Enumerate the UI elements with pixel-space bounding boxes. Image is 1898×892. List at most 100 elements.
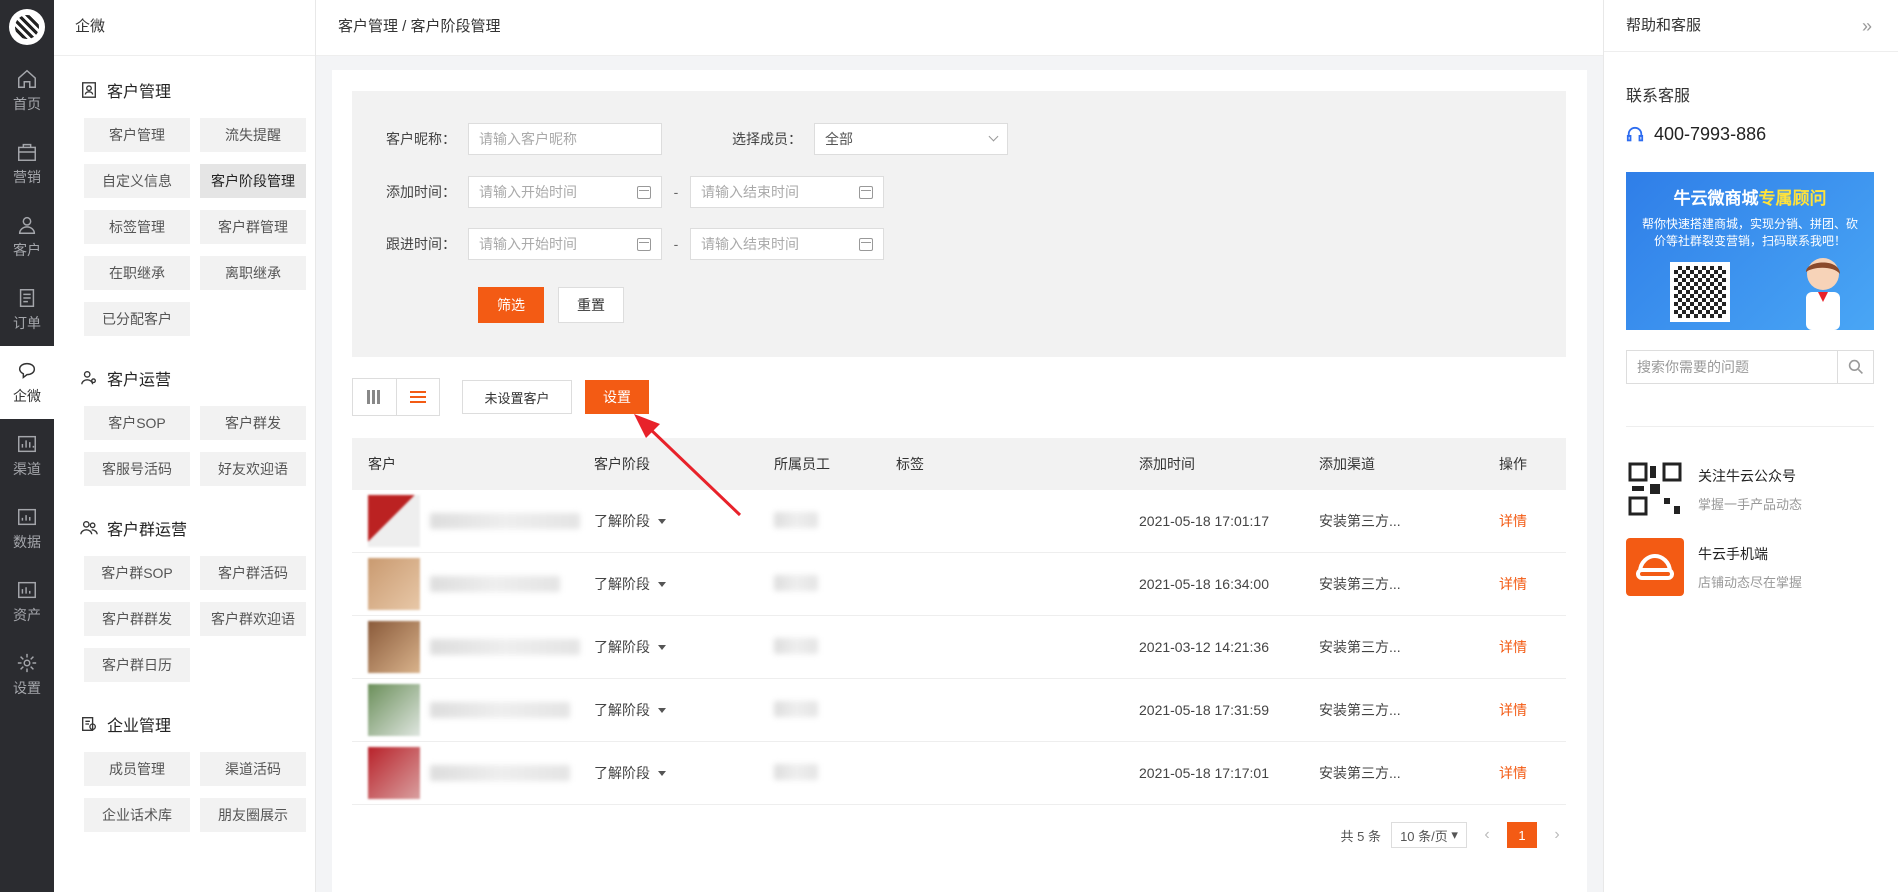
avatar	[368, 558, 420, 610]
added-channel: 安装第三方...	[1319, 765, 1401, 781]
chevron-down-icon	[988, 131, 999, 142]
stage-dropdown[interactable]: 了解阶段	[594, 511, 774, 531]
help-search-input[interactable]: 搜索你需要的问题	[1626, 350, 1874, 384]
collapse-panel-icon[interactable]: »	[1862, 0, 1872, 52]
calendar-icon	[637, 238, 651, 251]
sidebar-item-member-management[interactable]: 成员管理	[84, 752, 190, 786]
sidebar-item-assigned-customers[interactable]: 已分配客户	[84, 302, 190, 336]
rail-item-order[interactable]: 订单	[0, 273, 54, 346]
headset-icon	[1626, 126, 1644, 141]
sidebar-item-group-calendar[interactable]: 客户群日历	[84, 648, 190, 682]
list-icon	[409, 390, 426, 404]
stage-dropdown[interactable]: 了解阶段	[594, 763, 774, 783]
wecom-chat-icon	[18, 362, 36, 379]
added-channel: 安装第三方...	[1319, 639, 1401, 655]
sidebar-item-customer-sop[interactable]: 客户SOP	[84, 406, 190, 440]
list-view-button[interactable]	[395, 379, 440, 415]
rail-item-home[interactable]: 首页	[0, 54, 54, 127]
added-time: 2021-05-18 16:34:00	[1139, 576, 1269, 592]
bag-icon	[18, 143, 36, 161]
service-phone: 400-7993-886	[1626, 124, 1766, 145]
caret-down-icon	[658, 518, 666, 524]
sidebar-item-tag-management[interactable]: 标签管理	[84, 210, 190, 244]
qr-code-image	[1670, 262, 1730, 322]
advisor-banner[interactable]: 牛云微商城专属顾问 帮你快速搭建商城，实现分销、拼团、砍价等社群裂变营销，扫码联…	[1626, 172, 1874, 330]
add-time-start-input[interactable]: 请输入开始时间	[468, 176, 662, 208]
detail-link[interactable]: 详情	[1499, 763, 1566, 783]
add-time-end-input[interactable]: 请输入结束时间	[690, 176, 884, 208]
sidebar-item-onjob-transfer[interactable]: 在职继承	[84, 256, 190, 290]
col-action: 操作	[1499, 456, 1527, 472]
blurred-staff	[774, 637, 818, 654]
rail-item-settings[interactable]: 设置	[0, 638, 54, 711]
nickname-input[interactable]: 请输入客户昵称	[468, 123, 662, 155]
mobile-app[interactable]: 牛云手机端 店铺动态尽在掌握	[1626, 538, 1886, 596]
detail-link[interactable]: 详情	[1499, 700, 1566, 720]
sidebar-title: 企微	[54, 0, 315, 56]
added-channel: 安装第三方...	[1319, 702, 1401, 718]
sidebar-item-group-live-code[interactable]: 客户群活码	[200, 556, 306, 590]
filter-button[interactable]: 筛选	[478, 287, 544, 323]
group-icon	[80, 521, 98, 535]
blurred-staff	[774, 700, 818, 717]
next-page-icon[interactable]: ›	[1547, 826, 1567, 844]
avatar	[368, 684, 420, 736]
prev-page-icon[interactable]: ‹	[1477, 826, 1497, 844]
detail-link[interactable]: 详情	[1499, 511, 1566, 531]
detail-link[interactable]: 详情	[1499, 637, 1566, 657]
stage-dropdown[interactable]: 了解阶段	[594, 637, 774, 657]
caret-down-icon	[658, 581, 666, 587]
caret-down-icon	[658, 644, 666, 650]
set-button[interactable]: 设置	[585, 380, 649, 414]
col-customer: 客户	[368, 456, 396, 472]
follow-time-end-input[interactable]: 请输入结束时间	[690, 228, 884, 260]
sidebar-item-resign-transfer[interactable]: 离职继承	[200, 256, 306, 290]
sidebar-item-group-management[interactable]: 客户群管理	[200, 210, 306, 244]
rail-item-marketing[interactable]: 营销	[0, 127, 54, 200]
follow-official-account[interactable]: 关注牛云公众号 掌握一手产品动态	[1626, 460, 1886, 518]
sidebar-item-churn-alert[interactable]: 流失提醒	[200, 118, 306, 152]
detail-link[interactable]: 详情	[1499, 574, 1566, 594]
sidebar-item-group-broadcast[interactable]: 客户群群发	[84, 602, 190, 636]
added-channel: 安装第三方...	[1319, 576, 1401, 592]
sidebar-item-customer-broadcast[interactable]: 客户群发	[200, 406, 306, 440]
rail-item-wecom[interactable]: 企微	[0, 346, 54, 419]
sidebar-item-group-welcome[interactable]: 客户群欢迎语	[200, 602, 306, 636]
rail-item-data[interactable]: 数据	[0, 492, 54, 565]
reset-button[interactable]: 重置	[558, 287, 624, 323]
stage-dropdown[interactable]: 了解阶段	[594, 700, 774, 720]
stage-dropdown[interactable]: 了解阶段	[594, 574, 774, 594]
search-button[interactable]	[1837, 351, 1873, 383]
rail-item-assets[interactable]: 资产	[0, 565, 54, 638]
sidebar-item-custom-info[interactable]: 自定义信息	[84, 164, 190, 198]
follow-time-label: 跟进时间：	[386, 236, 456, 252]
page-size-select[interactable]: 10 条/页 ▾	[1391, 822, 1467, 848]
sidebar-item-channel-live-code[interactable]: 渠道活码	[200, 752, 306, 786]
sidebar-item-moments-display[interactable]: 朋友圈展示	[200, 798, 306, 832]
contact-card-icon	[82, 82, 96, 98]
app-logo[interactable]	[0, 0, 54, 54]
sidebar-item-customer-management[interactable]: 客户管理	[84, 118, 190, 152]
grid-view-button[interactable]	[353, 379, 396, 415]
user-gear-icon	[81, 371, 96, 385]
sidebar-item-script-library[interactable]: 企业话术库	[84, 798, 190, 832]
sidebar-item-stage-management[interactable]: 客户阶段管理	[200, 164, 306, 198]
blurred-staff	[774, 511, 818, 528]
unset-customers-button[interactable]: 未设置客户	[462, 380, 572, 414]
table-row: 了解阶段 2021-05-18 17:31:59 安装第三方... 详情	[352, 679, 1566, 742]
member-select[interactable]: 全部	[814, 123, 1008, 155]
page-number-current[interactable]: 1	[1507, 822, 1537, 848]
follow-time-start-input[interactable]: 请输入开始时间	[468, 228, 662, 260]
rail-item-customer[interactable]: 客户	[0, 200, 54, 273]
assets-icon	[18, 581, 36, 598]
sidebar-item-service-live-code[interactable]: 客服号活码	[84, 452, 190, 486]
added-time: 2021-05-18 17:31:59	[1139, 702, 1269, 718]
data-chart-icon	[18, 508, 36, 525]
sidebar-item-group-sop[interactable]: 客户群SOP	[84, 556, 190, 590]
member-label: 选择成员：	[732, 131, 802, 147]
sidebar-item-welcome-message[interactable]: 好友欢迎语	[200, 452, 306, 486]
columns-icon	[367, 390, 382, 404]
rail-item-channel[interactable]: 渠道	[0, 419, 54, 492]
channel-icon	[18, 435, 36, 452]
blurred-name	[430, 702, 570, 718]
